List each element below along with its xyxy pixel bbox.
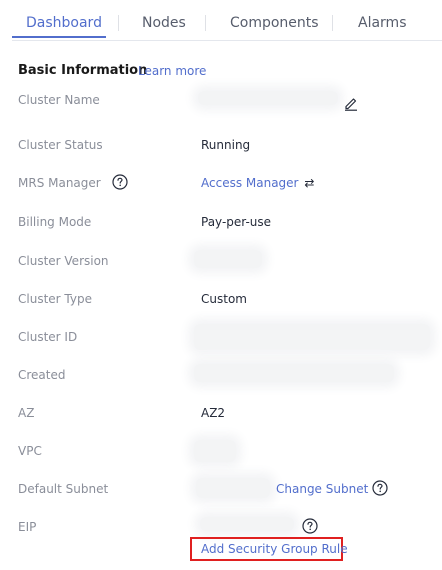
help-icon[interactable] xyxy=(302,518,318,534)
tab-divider xyxy=(118,15,119,31)
vpc-label: VPC xyxy=(18,444,42,458)
tab-bar: Dashboard Nodes Components Alarms xyxy=(12,0,442,41)
tab-nodes[interactable]: Nodes xyxy=(142,13,186,33)
cluster-id-label: Cluster ID xyxy=(18,330,78,344)
default-subnet-label: Default Subnet xyxy=(18,482,109,496)
cluster-id-redacted xyxy=(194,324,430,350)
access-manager-label: Access Manager xyxy=(201,176,299,190)
eip-redacted xyxy=(200,517,294,531)
created-label: Created xyxy=(18,368,66,382)
eip-label: EIP xyxy=(18,520,37,534)
mrs-manager-label: MRS Manager xyxy=(18,176,101,190)
billing-mode-value: Pay-per-use xyxy=(201,215,272,229)
tab-components[interactable]: Components xyxy=(230,13,319,33)
edit-icon[interactable] xyxy=(343,95,359,111)
az-label: AZ xyxy=(18,406,35,420)
help-icon[interactable] xyxy=(372,480,388,496)
created-redacted xyxy=(194,364,394,382)
access-manager-link[interactable]: Access Manager ⇄ xyxy=(201,175,314,191)
vpc-redacted xyxy=(194,440,236,462)
tab-alarms[interactable]: Alarms xyxy=(358,13,407,33)
default-subnet-redacted xyxy=(196,478,270,498)
section-title: Basic Information xyxy=(18,63,148,78)
active-tab-indicator xyxy=(12,36,106,38)
add-security-group-rule-link[interactable]: Add Security Group Rule xyxy=(201,541,348,557)
switch-icon: ⇄ xyxy=(304,176,315,190)
cluster-name-label: Cluster Name xyxy=(18,93,100,107)
cluster-status-label: Cluster Status xyxy=(18,138,103,152)
cluster-version-label: Cluster Version xyxy=(18,254,109,268)
tab-dashboard[interactable]: Dashboard xyxy=(26,13,102,33)
az-value: AZ2 xyxy=(201,406,226,420)
cluster-type-value: Custom xyxy=(201,292,247,306)
help-icon[interactable] xyxy=(112,174,128,190)
tab-divider xyxy=(205,15,206,31)
learn-more-link[interactable]: Learn more xyxy=(138,63,206,79)
billing-mode-label: Billing Mode xyxy=(18,215,92,229)
cluster-type-label: Cluster Type xyxy=(18,292,92,306)
cluster-version-redacted xyxy=(194,250,262,268)
tab-divider xyxy=(332,15,333,31)
cluster-name-redacted xyxy=(198,91,338,105)
cluster-status-value: Running xyxy=(201,138,251,152)
change-subnet-link[interactable]: Change Subnet xyxy=(276,481,368,497)
